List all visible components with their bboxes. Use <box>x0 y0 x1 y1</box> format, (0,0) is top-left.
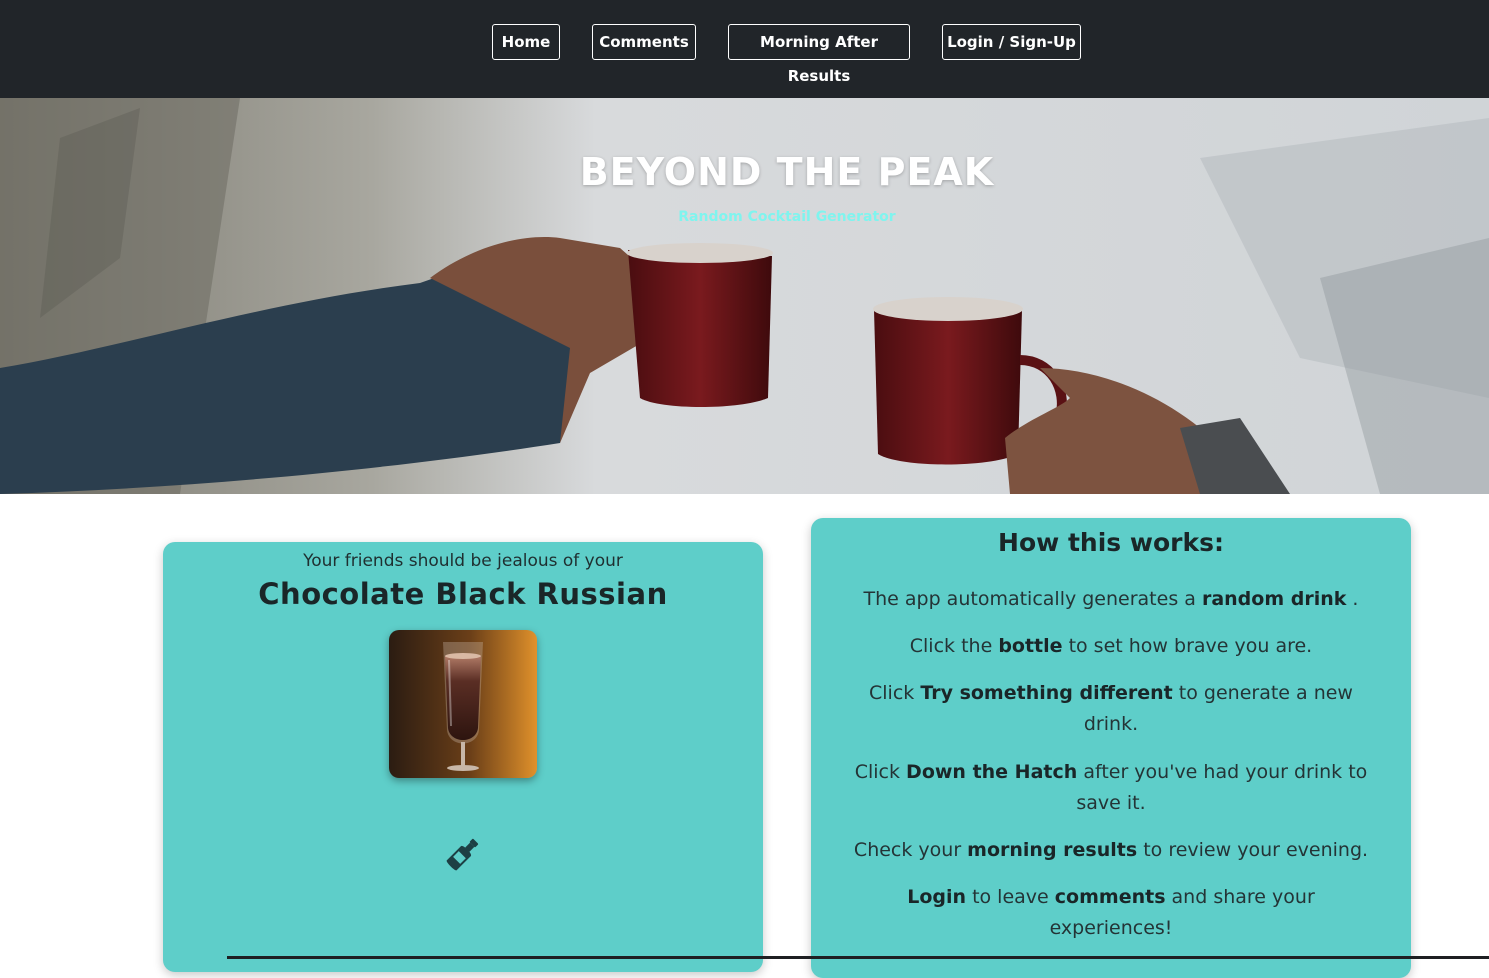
hero-banner: BEYOND THE PEAK Random Cocktail Generato… <box>0 98 1489 494</box>
nav-comments-button[interactable]: Comments <box>592 24 696 60</box>
info-paragraph-login-comments: Login to leave comments and share your e… <box>907 886 1315 939</box>
hero-title: BEYOND THE PEAK <box>579 150 995 194</box>
info-paragraph-bottle: Click the bottle to set how brave you ar… <box>909 635 1313 657</box>
drink-intro-text: Your friends should be jealous of your <box>303 551 623 571</box>
drink-image <box>389 630 537 778</box>
nav-home-button[interactable]: Home <box>492 24 560 60</box>
nav-login-signup-button[interactable]: Login / Sign-Up <box>942 24 1081 60</box>
info-paragraph-morning-results: Check your morning results to review you… <box>853 839 1369 861</box>
info-paragraph-random-drink: The app automatically generates a random… <box>863 588 1359 610</box>
how-it-works-card: How this works: The app automatically ge… <box>811 518 1411 978</box>
hero-subtitle: Random Cocktail Generator <box>678 209 896 225</box>
info-paragraph-down-the-hatch: Click Down the Hatch after you've had yo… <box>854 761 1368 814</box>
nav-morning-results-button[interactable]: Morning After Results <box>728 24 910 85</box>
drink-card: Your friends should be jealous of your C… <box>163 542 763 972</box>
cocktail-glass-photo <box>389 630 537 778</box>
how-it-works-title: How this works: <box>998 528 1224 557</box>
top-navbar: Home Comments Morning After Results Logi… <box>0 0 1489 98</box>
info-paragraph-try-different: Click Try something different to generat… <box>869 682 1353 735</box>
drink-name: Chocolate Black Russian <box>258 577 668 611</box>
bottle-button[interactable] <box>443 834 483 874</box>
bottle-icon <box>446 838 479 871</box>
